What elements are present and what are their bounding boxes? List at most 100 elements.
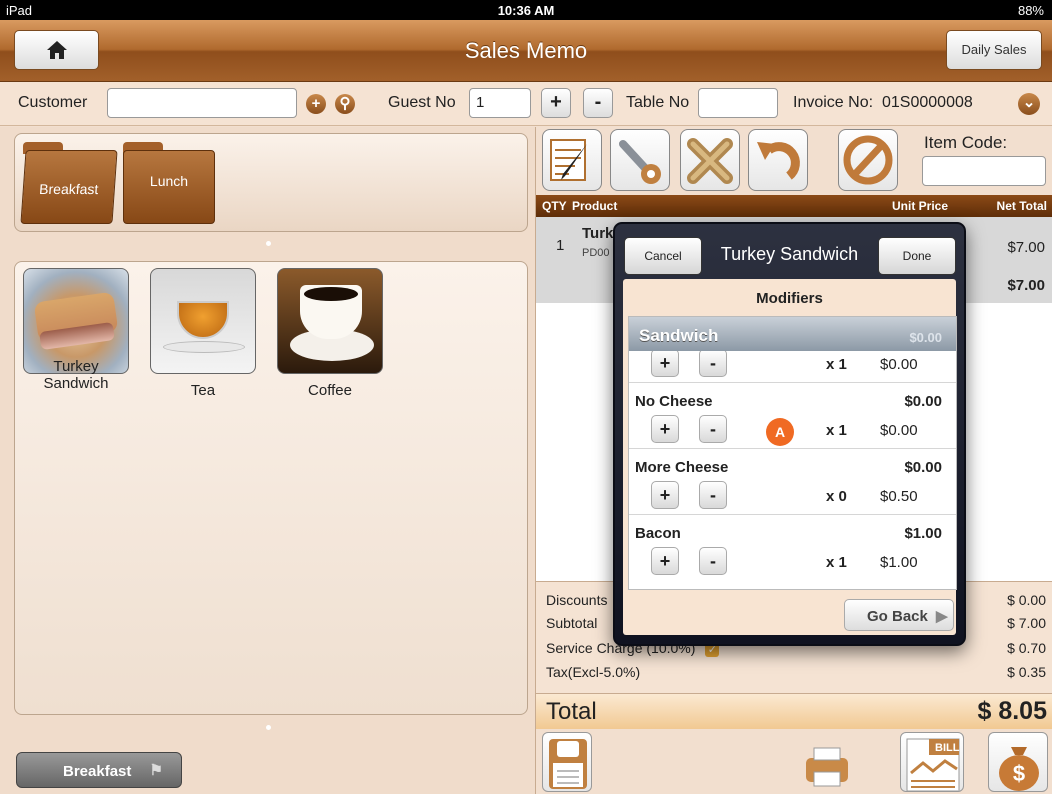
category-folders: Breakfast Lunch bbox=[14, 133, 528, 232]
customer-label: Customer bbox=[18, 94, 88, 111]
qty-header: QTY bbox=[542, 199, 567, 213]
row-product: Turk bbox=[582, 225, 614, 242]
increment-button[interactable]: + bbox=[651, 415, 679, 443]
save-icon bbox=[549, 739, 587, 789]
navigation-bar: Sales Memo Daily Sales bbox=[0, 20, 1052, 82]
table-no-label: Table No bbox=[626, 94, 690, 111]
table-no-field[interactable] bbox=[698, 88, 778, 118]
increment-button[interactable]: + bbox=[651, 547, 679, 575]
decrement-button[interactable]: - bbox=[699, 415, 727, 443]
modifier-qty: x 1 bbox=[826, 554, 847, 571]
modifier-list: + - x 1 $0.00 Sandwich $0.00 No Cheese $… bbox=[628, 316, 957, 590]
modifier-price: $0.00 bbox=[904, 393, 942, 410]
product-header: Product bbox=[572, 199, 618, 213]
row-qty: 1 bbox=[556, 237, 565, 254]
menu-item-name: Tea bbox=[190, 382, 216, 399]
list-item: Bacon $1.00 + - x 1 $1.00 bbox=[629, 515, 956, 581]
status-bar: iPad 10:36 AM 88% bbox=[0, 0, 1052, 20]
item-code-input[interactable] bbox=[922, 156, 1046, 186]
pen-note-icon bbox=[550, 139, 587, 181]
edit-note-button[interactable] bbox=[542, 129, 602, 191]
close-icon bbox=[687, 138, 733, 184]
printer-icon bbox=[806, 747, 848, 787]
tax-label: Tax(Excl-5.0%) bbox=[546, 664, 641, 680]
modifier-unit-price: $0.00 bbox=[880, 356, 918, 373]
save-button[interactable] bbox=[542, 732, 592, 792]
modifier-unit-price: $0.50 bbox=[880, 488, 918, 505]
modifier-price: $0.00 bbox=[904, 459, 942, 476]
annotation-badge: A bbox=[766, 418, 794, 446]
menu-item-tea[interactable]: Tea bbox=[150, 268, 256, 399]
modifiers-heading: Modifiers bbox=[756, 290, 823, 307]
row-code: PD00 bbox=[582, 247, 610, 259]
unit-price-header: Unit Price bbox=[892, 199, 949, 213]
list-item: No Cheese $0.00 + - A x 1 $0.00 bbox=[629, 383, 956, 449]
guest-decrement-button[interactable]: - bbox=[583, 88, 613, 118]
menu-item-coffee[interactable]: Coffee bbox=[277, 268, 383, 399]
clock: 10:36 AM bbox=[497, 3, 555, 18]
daily-sales-button[interactable]: Daily Sales bbox=[946, 30, 1042, 70]
section-header: Sandwich $0.00 bbox=[629, 317, 956, 351]
increment-button[interactable]: + bbox=[651, 481, 679, 509]
modifier-qty: x 1 bbox=[826, 422, 847, 439]
subtotal-label: Subtotal bbox=[546, 615, 598, 631]
menu-items-grid: Turkey Sandwich Tea Coffee bbox=[14, 261, 528, 715]
payment-button[interactable]: $ bbox=[988, 732, 1048, 792]
discounts-value: $ 0.00 bbox=[1007, 592, 1046, 608]
menu-item-turkey-sandwich[interactable]: Turkey Sandwich bbox=[23, 268, 129, 392]
tax-row: Tax(Excl-5.0%) $ 0.35 bbox=[546, 664, 1046, 684]
tax-value: $ 0.35 bbox=[1007, 664, 1046, 680]
menu-item-name: Coffee bbox=[308, 382, 352, 399]
category-lunch[interactable]: Lunch bbox=[123, 142, 215, 224]
decrement-button[interactable]: - bbox=[699, 349, 727, 377]
void-button[interactable] bbox=[838, 129, 898, 191]
battery-level: 88% bbox=[1017, 3, 1044, 18]
cancel-icon bbox=[843, 135, 893, 185]
undo-icon bbox=[757, 142, 800, 180]
modifier-name: No Cheese bbox=[635, 393, 713, 410]
page-indicator-dot bbox=[266, 725, 271, 730]
category-breakfast[interactable]: Breakfast bbox=[20, 142, 118, 224]
done-button[interactable]: Done bbox=[878, 237, 956, 275]
options-button[interactable]: ⌄ bbox=[1018, 93, 1040, 115]
guest-no-field[interactable]: 1 bbox=[469, 88, 531, 118]
delete-item-button[interactable] bbox=[680, 129, 740, 191]
decrement-button[interactable]: - bbox=[699, 547, 727, 575]
category-selector-label: Breakfast bbox=[63, 763, 132, 780]
modifier-popup: Cancel Turkey Sandwich Done Modifiers + … bbox=[613, 222, 966, 646]
section-name: Sandwich bbox=[639, 326, 719, 345]
modifier-qty: x 0 bbox=[826, 488, 847, 505]
modifier-unit-price: $1.00 bbox=[880, 554, 918, 571]
page-title: Sales Memo bbox=[464, 38, 588, 63]
invoice-label: Invoice No: bbox=[793, 94, 874, 111]
category-label: Breakfast bbox=[38, 181, 99, 197]
search-icon: ⚲ bbox=[339, 95, 351, 112]
guest-increment-button[interactable]: + bbox=[541, 88, 571, 118]
search-customer-button[interactable]: ⚲ bbox=[335, 94, 355, 114]
modifier-price: $1.00 bbox=[904, 525, 942, 542]
service-charge-value: $ 0.70 bbox=[1007, 640, 1046, 656]
decrement-button[interactable]: - bbox=[699, 481, 727, 509]
category-selector-button[interactable]: Breakfast ⚑ bbox=[16, 752, 182, 788]
list-item: More Cheese $0.00 + - x 0 $0.50 bbox=[629, 449, 956, 515]
total-bar: Total $ 8.05 bbox=[536, 693, 1052, 729]
bill-button[interactable]: BILL bbox=[900, 732, 964, 792]
go-back-button[interactable]: Go Back ▶ bbox=[844, 599, 954, 631]
customer-field[interactable] bbox=[107, 88, 297, 118]
total-value: $ 8.05 bbox=[977, 697, 1047, 725]
key-icon bbox=[619, 140, 661, 184]
play-icon: ▶ bbox=[936, 608, 948, 625]
order-header-bar: Customer + ⚲ Guest No 1 + - Table No Inv… bbox=[0, 82, 1052, 126]
undo-button[interactable] bbox=[748, 129, 808, 191]
order-table-header: QTY Product Unit Price Net Total bbox=[536, 195, 1052, 217]
row-price: $7.00 bbox=[1007, 239, 1045, 256]
go-back-label: Go Back bbox=[867, 608, 928, 625]
menu-pane: Breakfast Lunch Turkey Sandwich Tea Coff… bbox=[0, 127, 535, 794]
increment-button[interactable]: + bbox=[651, 349, 679, 377]
print-button[interactable] bbox=[802, 732, 852, 792]
keys-button[interactable] bbox=[610, 129, 670, 191]
add-customer-button[interactable]: + bbox=[306, 94, 326, 114]
chevron-down-icon: ⌄ bbox=[1022, 94, 1036, 111]
item-code-label: Item Code: bbox=[924, 133, 1008, 152]
popup-body: Modifiers + - x 1 $0.00 Sandwich $0.00 N… bbox=[623, 279, 957, 635]
